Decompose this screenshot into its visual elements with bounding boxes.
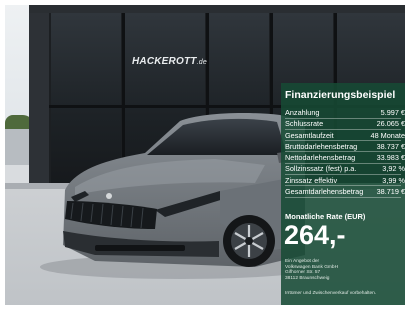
row-label: Schlussrate (285, 119, 324, 129)
lender-line: 38112 Braunschweig (285, 275, 330, 281)
row-label: Nettodarlehensbetrag (285, 153, 356, 163)
listing-photo[interactable]: HACKEROTT.de Finanzierungsbeispiel Anzah… (5, 5, 405, 305)
financing-rows: Anzahlung 5.997 € Schlussrate 26.065 € Ges… (285, 107, 405, 198)
financing-row: Gesamtdarlehensbetrag 38.719 € (285, 186, 405, 198)
row-value: 48 Monate (370, 130, 405, 140)
financing-row: Sollzinssatz (fest) p.a. 3,92 % (285, 163, 405, 175)
disclaimer: Irrtümer und Zwischenverkauf vorbehalten… (285, 291, 377, 296)
row-label: Gesamtlaufzeit (285, 130, 334, 140)
financing-panel: Finanzierungsbeispiel Anzahlung 5.997 € S… (281, 83, 405, 305)
row-value: 26.065 € (376, 119, 405, 129)
financing-row: Gesamtlaufzeit 48 Monate (285, 130, 405, 141)
row-value: 3,99 % (382, 175, 405, 185)
brand-emblem (106, 193, 112, 199)
lender-info: Ein Angebot der Volkswagen Bank GmbH Gif… (285, 259, 338, 281)
financing-row: Anzahlung 5.997 € (285, 107, 405, 119)
row-value: 38.719 € (376, 187, 405, 197)
financing-row: Schlussrate 26.065 € (285, 118, 405, 130)
row-label: Zinssatz effektiv (285, 175, 338, 185)
financing-row: Zinssatz effektiv 3,99 % (285, 175, 405, 186)
lower-intake (95, 245, 185, 251)
row-label: Bruttodarlehensbetrag (285, 141, 358, 151)
row-value: 38.737 € (376, 141, 405, 151)
row-label: Anzahlung (285, 108, 320, 117)
row-value: 3,92 % (382, 164, 405, 174)
row-label: Sollzinssatz (fest) p.a. (285, 164, 357, 174)
wheel-hub (245, 237, 253, 245)
row-label: Gesamtdarlehensbetrag (285, 187, 364, 197)
financing-row: Nettodarlehensbetrag 33.983 € (285, 152, 405, 164)
panel-title: Finanzierungsbeispiel (285, 89, 396, 101)
financing-row: Bruttodarlehensbetrag 38.737 € (285, 141, 405, 152)
row-value: 5.997 € (380, 108, 405, 117)
monthly-rate-value: 264,- (284, 220, 346, 250)
row-value: 33.983 € (376, 153, 405, 163)
